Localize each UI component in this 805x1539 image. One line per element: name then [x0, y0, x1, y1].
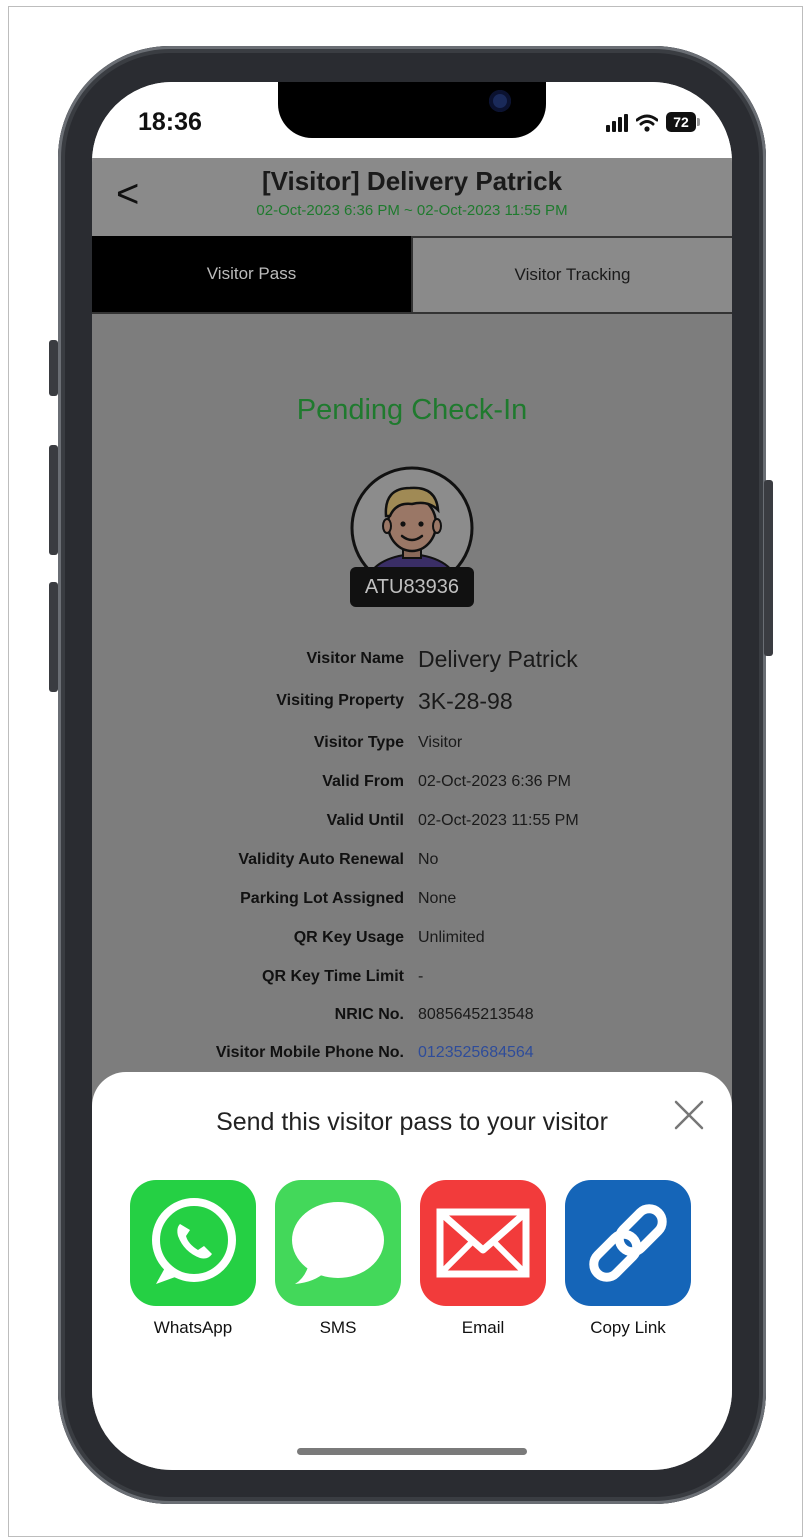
detail-label: Validity Auto Renewal: [238, 851, 404, 868]
detail-label: Valid Until: [326, 812, 404, 829]
share-label: Copy Link: [590, 1318, 666, 1337]
camera-icon: [489, 90, 511, 112]
detail-value: Delivery Patrick: [418, 646, 578, 672]
share-copy-link-button[interactable]: Copy Link: [565, 1180, 691, 1337]
detail-label: QR Key Time Limit: [262, 968, 404, 985]
mute-switch: [49, 340, 58, 396]
detail-label: Visitor Type: [313, 734, 404, 751]
share-sms-button[interactable]: SMS: [275, 1180, 401, 1337]
status-bar: 18:36 72: [92, 82, 732, 158]
share-label: SMS: [319, 1318, 357, 1337]
share-label: WhatsApp: [153, 1318, 233, 1337]
detail-value: None: [418, 890, 457, 907]
envelope-icon: [420, 1180, 546, 1306]
status-icons: 72: [606, 110, 700, 132]
volume-up-button: [49, 445, 58, 555]
detail-label: Visiting Property: [276, 692, 404, 709]
detail-label: Visitor Name: [306, 650, 404, 667]
signal-icon: [606, 114, 628, 132]
detail-label: Parking Lot Assigned: [240, 890, 404, 907]
validity-period: 02-Oct-2023 6:36 PM ~ 02-Oct-2023 11:55 …: [256, 202, 568, 219]
detail-value: Visitor: [418, 734, 463, 751]
detail-value: 3K-28-98: [418, 688, 513, 714]
detail-label: NRIC No.: [334, 1006, 404, 1023]
share-sheet-title: Send this visitor pass to your visitor: [216, 1108, 608, 1136]
detail-value: 02-Oct-2023 11:55 PM: [418, 812, 579, 829]
share-whatsapp-button[interactable]: WhatsApp: [130, 1180, 256, 1337]
link-icon: [565, 1180, 691, 1306]
tab-visitor-pass[interactable]: Visitor Pass: [92, 236, 411, 312]
detail-value: -: [418, 968, 424, 985]
battery-icon: 72: [666, 112, 700, 132]
volume-down-button: [49, 582, 58, 692]
pass-status: Pending Check-In: [296, 394, 528, 426]
tab-visitor-tracking[interactable]: Visitor Tracking: [411, 236, 732, 312]
phone-screen: 18:36 72 < [Visitor] Delivery Patrick 02…: [92, 82, 732, 1470]
tab-bar: Visitor Pass Visitor Tracking: [92, 236, 732, 314]
power-button: [764, 480, 773, 656]
status-time: 18:36: [138, 108, 202, 136]
close-icon[interactable]: [672, 1098, 706, 1132]
share-label: Email: [461, 1318, 505, 1337]
detail-label: Valid From: [322, 773, 404, 790]
detail-label: QR Key Usage: [293, 929, 404, 946]
message-bubble-icon: [275, 1180, 401, 1306]
phone-link[interactable]: 0123525684564: [418, 1044, 534, 1062]
detail-value: No: [418, 851, 439, 868]
detail-value: 8085645213548: [418, 1006, 534, 1023]
detail-value: 02-Oct-2023 6:36 PM: [418, 773, 571, 790]
page-title: [Visitor] Delivery Patrick: [261, 166, 563, 196]
page-header: < [Visitor] Delivery Patrick 02-Oct-2023…: [92, 158, 732, 236]
wifi-icon: [636, 114, 658, 132]
share-sheet: Send this visitor pass to your visitor W…: [92, 1072, 732, 1470]
whatsapp-icon: [130, 1180, 256, 1306]
share-email-button[interactable]: Email: [420, 1180, 546, 1337]
notch: [278, 82, 546, 138]
detail-value: Unlimited: [418, 929, 485, 946]
detail-label: Visitor Mobile Phone No.: [215, 1044, 404, 1061]
pass-code-badge: ATU83936: [350, 567, 474, 607]
home-indicator: [297, 1448, 527, 1455]
